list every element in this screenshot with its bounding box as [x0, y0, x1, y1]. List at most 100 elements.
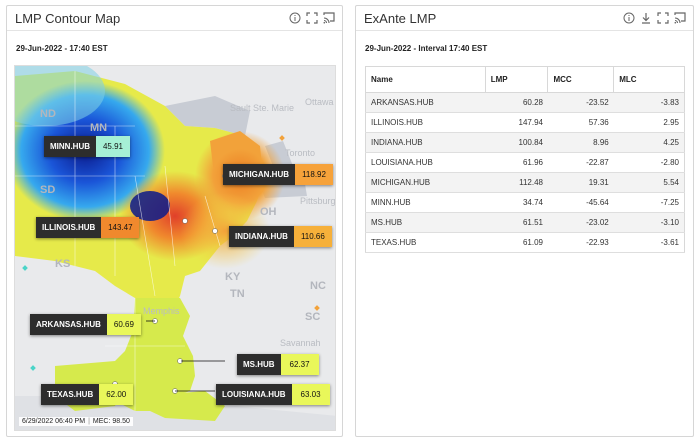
hub-tag-michigan[interactable]: MICHIGAN.HUB 118.92: [223, 164, 333, 185]
table-cell-mcc: 57.36: [547, 112, 614, 133]
hub-name: INDIANA.HUB: [229, 226, 294, 247]
table-cell-name: ARKANSAS.HUB: [365, 92, 486, 113]
table-cell-lmp: 61.51: [485, 212, 548, 233]
exante-lmp-panel: ExAnte LMP 29-Jun-2022 - Interval 17:40 …: [355, 5, 694, 437]
table-row[interactable]: ARKANSAS.HUB 60.28 -23.52 -3.83: [365, 92, 685, 113]
table-timestamp: 29-Jun-2022 - Interval 17:40 EST: [365, 44, 488, 53]
column-header-name[interactable]: Name: [365, 66, 486, 93]
column-header-lmp[interactable]: LMP: [484, 66, 549, 93]
hub-value: 118.92: [295, 164, 333, 185]
table-cell-mlc: -3.10: [613, 212, 685, 233]
download-icon[interactable]: [640, 12, 652, 24]
state-label: SD: [40, 184, 56, 196]
table-body: ARKANSAS.HUB 60.28 -23.52 -3.83 ILLINOIS.HUB…: [365, 92, 685, 253]
table-cell-lmp: 100.84: [485, 132, 548, 153]
table-cell-mcc: -23.52: [547, 92, 614, 113]
hub-name: ARKANSAS.HUB: [30, 314, 107, 335]
table-cell-name: ILLINOIS.HUB: [365, 112, 486, 133]
table-row[interactable]: MS.HUB 61.51 -23.02 -3.10: [365, 212, 685, 233]
hub-value: 62.37: [280, 354, 319, 375]
state-label: MN: [90, 122, 108, 134]
hub-value: 62.00: [99, 384, 134, 405]
table-cell-name: TEXAS.HUB: [365, 232, 486, 253]
table-cell-lmp: 61.09: [485, 232, 548, 253]
fullscreen-icon[interactable]: [657, 12, 669, 24]
hub-tag-texas[interactable]: TEXAS.HUB 62.00: [41, 384, 134, 405]
hub-value: 60.69: [106, 314, 141, 335]
table-cell-mcc: -23.02: [547, 212, 614, 233]
table-cell-name: LOUISIANA.HUB: [365, 152, 486, 173]
city-label: Sault Ste. Marie: [230, 103, 295, 113]
table-cell-mcc: -45.64: [547, 192, 614, 213]
hub-name: TEXAS.HUB: [41, 384, 100, 405]
hub-tag-louisiana[interactable]: LOUISIANA.HUB 63.03: [216, 384, 330, 405]
table-cell-mcc: -22.87: [547, 152, 614, 173]
table-row[interactable]: LOUISIANA.HUB 61.96 -22.87 -2.80: [365, 152, 685, 173]
state-label: NC: [310, 280, 326, 292]
hub-name: LOUISIANA.HUB: [216, 384, 292, 405]
panel-toolbar: [289, 12, 335, 24]
hub-value: 63.03: [291, 384, 330, 405]
state-label: TN: [230, 288, 245, 300]
panel-toolbar: [623, 12, 686, 24]
table-cell-name: INDIANA.HUB: [365, 132, 486, 153]
hub-name: MS.HUB: [237, 354, 281, 375]
map-footer: 6/29/2022 06:40 PM | MEC: 98.50: [19, 417, 133, 426]
cast-icon[interactable]: [674, 12, 686, 24]
map-footer-mec: MEC: 98.50: [92, 418, 130, 425]
hub-value: 45.91: [96, 136, 130, 157]
panel-title: ExAnte LMP: [364, 10, 437, 26]
table-cell-mlc: -3.61: [613, 232, 685, 253]
table-cell-name: MICHIGAN.HUB: [365, 172, 486, 193]
hub-tag-indiana[interactable]: INDIANA.HUB 110.66: [229, 226, 332, 247]
city-label: Pittsburgh: [300, 196, 336, 206]
table-cell-lmp: 34.74: [485, 192, 548, 213]
contour-map[interactable]: ND MN SD KS OH KY TN NC SC Sault Ste. Ma…: [14, 65, 336, 431]
state-label: ND: [40, 108, 56, 120]
panel-header: ExAnte LMP: [356, 6, 693, 31]
table-row[interactable]: MICHIGAN.HUB 112.48 19.31 5.54: [365, 172, 685, 193]
state-label: KY: [225, 271, 241, 283]
table-cell-mlc: 4.25: [613, 132, 685, 153]
lmp-table: Name LMP MCC MLC ARKANSAS.HUB 60.28 -23.52…: [365, 66, 685, 253]
table-row[interactable]: ILLINOIS.HUB 147.94 57.36 2.95: [365, 112, 685, 133]
column-header-mcc[interactable]: MCC: [547, 66, 615, 93]
column-header-mlc[interactable]: MLC: [613, 66, 685, 93]
table-cell-name: MINN.HUB: [365, 192, 486, 213]
map-graphic: [15, 66, 335, 430]
hub-value: 110.66: [293, 226, 332, 247]
table-row[interactable]: MINN.HUB 34.74 -45.64 -7.25: [365, 192, 685, 213]
table-cell-lmp: 61.96: [485, 152, 548, 173]
city-label: Savannah: [280, 338, 321, 348]
state-label: KS: [55, 258, 71, 270]
lmp-contour-map-panel: LMP Contour Map 29-Jun-2022 - 17:40 EST: [6, 5, 343, 437]
map-footer-time: 6/29/2022 06:40 PM: [22, 418, 86, 425]
cast-icon[interactable]: [323, 12, 335, 24]
hub-tag-arkansas[interactable]: ARKANSAS.HUB 60.69: [30, 314, 141, 335]
table-cell-lmp: 60.28: [485, 92, 548, 113]
fullscreen-icon[interactable]: [306, 12, 318, 24]
hub-tag-illinois[interactable]: ILLINOIS.HUB 143.47: [36, 217, 140, 238]
state-label: SC: [305, 311, 321, 323]
table-row[interactable]: TEXAS.HUB 61.09 -22.93 -3.61: [365, 232, 685, 253]
table-cell-mcc: 8.96: [547, 132, 614, 153]
table-cell-mlc: 2.95: [613, 112, 685, 133]
map-timestamp: 29-Jun-2022 - 17:40 EST: [16, 44, 108, 53]
info-icon[interactable]: [289, 12, 301, 24]
table-cell-mcc: -22.93: [547, 232, 614, 253]
state-label: OH: [260, 206, 277, 218]
hub-name: ILLINOIS.HUB: [36, 217, 102, 238]
info-icon[interactable]: [623, 12, 635, 24]
hub-tag-minn[interactable]: MINN.HUB 45.91: [44, 136, 130, 157]
table-cell-mlc: -2.80: [613, 152, 685, 173]
table-cell-lmp: 147.94: [485, 112, 548, 133]
panel-title: LMP Contour Map: [15, 10, 121, 26]
city-label: Ottawa: [305, 97, 334, 107]
panel-header: LMP Contour Map: [7, 6, 342, 31]
city-label: Toronto: [285, 148, 316, 158]
table-cell-name: MS.HUB: [365, 212, 486, 233]
hub-value: 143.47: [101, 217, 140, 238]
table-cell-lmp: 112.48: [485, 172, 548, 193]
hub-tag-ms[interactable]: MS.HUB 62.37: [237, 354, 319, 375]
table-row[interactable]: INDIANA.HUB 100.84 8.96 4.25: [365, 132, 685, 153]
